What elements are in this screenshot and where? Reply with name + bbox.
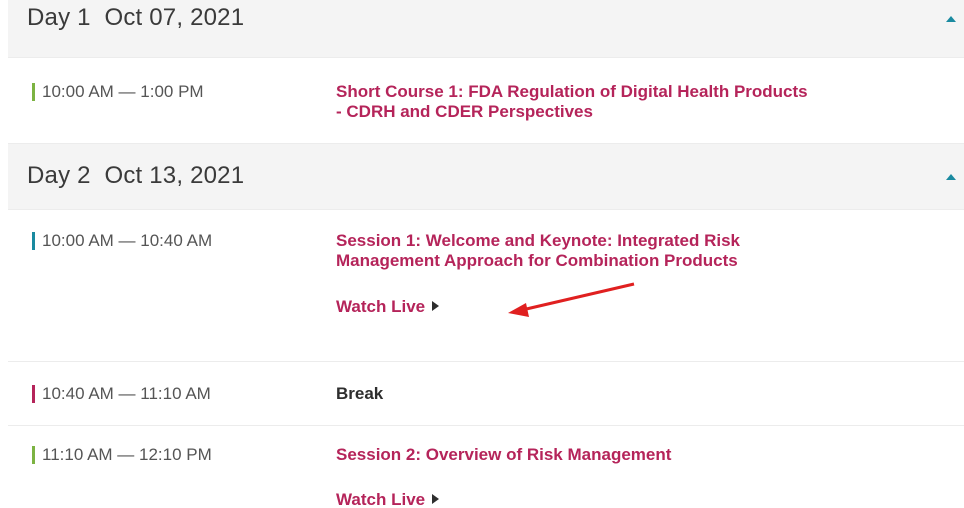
break-title: Break [336,384,384,403]
session-title-link[interactable]: Short Course 1: FDA Regulation of Digita… [336,82,936,122]
collapse-caret-up-icon[interactable] [946,174,956,180]
day-2-header[interactable]: Day 2 Oct 13, 2021 [8,144,964,210]
day-2-title: Day 2 Oct 13, 2021 [27,162,244,190]
session-time-text: 10:40 AM — 11:10 AM [42,384,211,403]
watch-live-label: Watch Live [336,490,426,508]
watch-live-link[interactable]: Watch Live [336,297,440,317]
annotation-arrow-icon [508,282,635,317]
day-2-date: Oct 13, 2021 [104,162,245,189]
session-time-text: 10:00 AM — 1:00 PM [42,82,204,101]
time-indicator-bar [32,232,35,250]
day-1-title: Day 1 Oct 07, 2021 [27,4,244,32]
watch-live-label: Watch Live [336,297,426,316]
session-title-line-1: Short Course 1: FDA Regulation of Digita… [336,82,808,101]
session-title-link[interactable]: Session 1: Welcome and Keynote: Integrat… [336,231,936,271]
day-1-label: Day 1 [27,4,91,31]
session-time-text: 10:00 AM — 10:40 AM [42,231,213,250]
time-indicator-bar [32,446,35,464]
play-arrow-icon [432,301,440,311]
day-1-date: Oct 07, 2021 [104,4,245,31]
session-row-break: 10:40 AM — 11:10 AM Break [8,362,964,426]
session-row-short-course-1: 10:00 AM — 1:00 PM Short Course 1: FDA R… [8,58,964,144]
session-title-line-1: Session 1: Welcome and Keynote: Integrat… [336,231,741,250]
play-arrow-icon [432,494,440,504]
collapse-caret-up-icon[interactable] [946,16,956,22]
day-1-header[interactable]: Day 1 Oct 07, 2021 [8,0,964,58]
session-row-session-1: 10:00 AM — 10:40 AM Session 1: Welcome a… [8,210,964,362]
session-row-session-2: 11:10 AM — 12:10 PM Session 2: Overview … [8,426,964,508]
session-title-line-2: Management Approach for Combination Prod… [336,251,738,270]
time-indicator-bar [32,385,35,403]
session-time-text: 11:10 AM — 12:10 PM [42,445,212,464]
agenda-page: Day 1 Oct 07, 2021 10:00 AM — 1:00 PM Sh… [0,0,964,508]
session-title-line-2: - CDRH and CDER Perspectives [336,102,593,121]
day-2-label: Day 2 [27,162,91,189]
time-indicator-bar [32,83,35,101]
watch-live-link[interactable]: Watch Live [336,490,440,508]
session-title-link[interactable]: Session 2: Overview of Risk Management [336,445,936,465]
